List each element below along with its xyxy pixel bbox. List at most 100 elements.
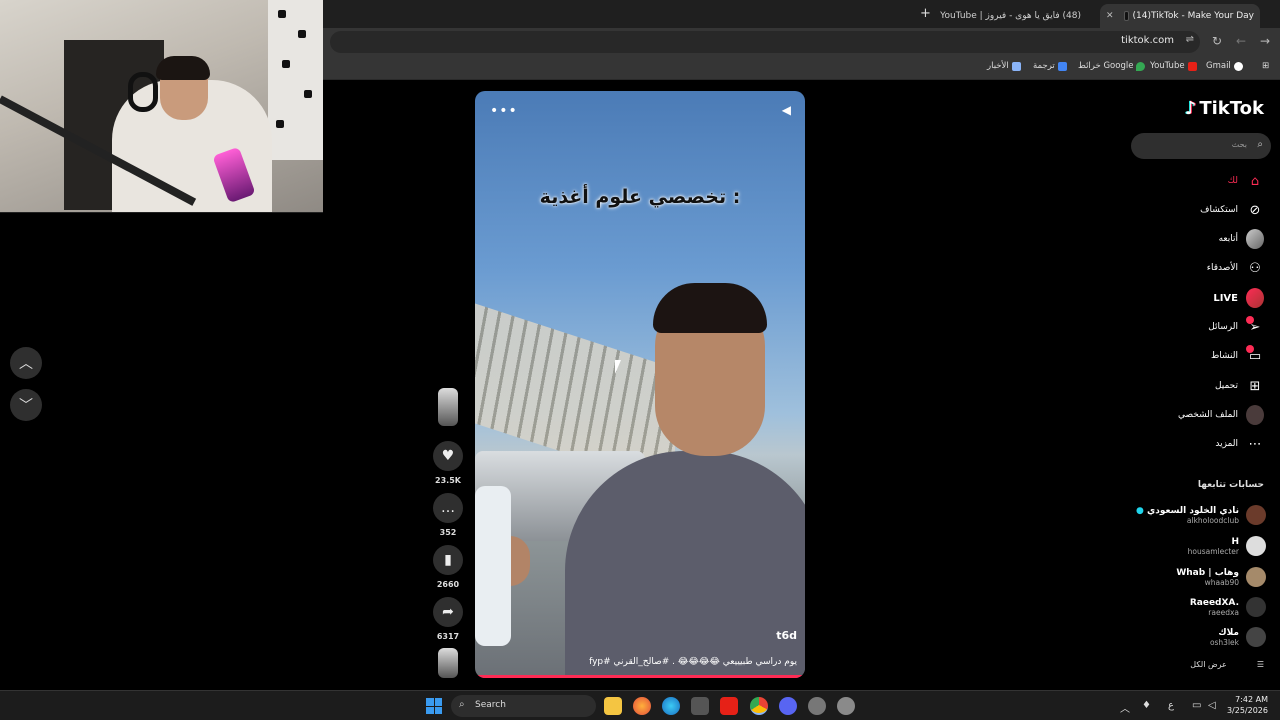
- notification-badge: [1246, 316, 1254, 324]
- avatar: [438, 388, 458, 426]
- apps-icon[interactable]: ⊞: [1262, 61, 1269, 71]
- volume-icon[interactable]: ◁: [1208, 700, 1216, 711]
- sidebar-item-messages[interactable]: ➢ الرسائل: [1208, 316, 1264, 338]
- new-tab-button[interactable]: +: [920, 6, 931, 21]
- system-clock[interactable]: 7:42 AM 3/25/2026: [1227, 694, 1268, 716]
- next-video-button[interactable]: ﹀: [10, 389, 42, 421]
- bookmark-news[interactable]: الأخبار: [987, 61, 1021, 71]
- following-accounts-title: حسابات تتابعها: [1197, 480, 1264, 490]
- share-count: 6317: [436, 632, 460, 641]
- heart-icon: ♥: [433, 441, 463, 471]
- volume-icon[interactable]: ◀: [782, 103, 791, 117]
- video-progress-bar[interactable]: [475, 675, 805, 678]
- verified-icon: ●: [1136, 505, 1144, 516]
- more-options-icon[interactable]: •••: [490, 103, 518, 119]
- comment-button[interactable]: … 352: [432, 493, 464, 537]
- avatar: [1246, 536, 1266, 556]
- settings-gear-icon[interactable]: [837, 697, 855, 715]
- video-watermark: t6d: [776, 629, 797, 642]
- live-avatar-icon: [1246, 288, 1264, 308]
- following-account[interactable]: H housamlecter: [1188, 533, 1266, 559]
- avatar: [1246, 505, 1266, 525]
- tiktok-note-icon: ♪: [1184, 98, 1197, 119]
- comment-count: 352: [439, 528, 457, 537]
- comment-icon: …: [433, 493, 463, 523]
- bookmark-google-maps[interactable]: خرائط Google: [1078, 61, 1146, 71]
- url-text: tiktok.com: [1121, 35, 1174, 46]
- save-button[interactable]: ▮ 2660: [432, 545, 464, 589]
- tiktok-logo[interactable]: ♪ TikTok: [1185, 98, 1264, 119]
- send-icon: ➢: [1246, 316, 1264, 336]
- tab-title: (48) فايق يا هوى - فيروز | YouTube: [940, 11, 1081, 21]
- show-all-button[interactable]: ☰ عرض الكل: [1190, 660, 1264, 669]
- sidebar-item-live[interactable]: LIVE: [1213, 287, 1264, 309]
- sidebar-item-activity[interactable]: ▭ النشاط: [1211, 345, 1264, 367]
- network-icon[interactable]: ▭: [1192, 700, 1201, 711]
- microphone-tray-icon[interactable]: ♦: [1142, 700, 1151, 711]
- webcam-wall-posters: [268, 0, 323, 160]
- firefox-icon[interactable]: [633, 697, 651, 715]
- mouse-cursor-icon: [615, 360, 621, 374]
- close-icon[interactable]: ✕: [1106, 11, 1114, 21]
- creator-avatar[interactable]: [432, 388, 464, 426]
- store-icon[interactable]: [691, 697, 709, 715]
- discord-icon[interactable]: [779, 697, 797, 715]
- upload-icon: ⊞: [1249, 378, 1261, 394]
- headphones-icon: [128, 72, 158, 112]
- language-icon[interactable]: ع: [1168, 700, 1174, 711]
- following-account[interactable]: Whab | وهاب whaab90: [1176, 564, 1266, 590]
- site-settings-icon[interactable]: ⇌: [1186, 34, 1194, 45]
- chevron-down-icon: ﹀: [19, 398, 33, 414]
- list-icon: ☰: [1256, 660, 1264, 669]
- bookmark-youtube[interactable]: YouTube: [1150, 61, 1197, 71]
- tab-tiktok[interactable]: ✕ (14)TikTok - Make Your Day: [1100, 4, 1260, 28]
- save-count: 2660: [436, 580, 460, 589]
- start-button[interactable]: [426, 698, 442, 714]
- profile-avatar-icon: [1246, 405, 1264, 425]
- tab-title: (14)TikTok - Make Your Day: [1132, 11, 1254, 21]
- like-count: 23.5K: [435, 476, 461, 485]
- following-account[interactable]: ● نادي الخلود السعودي alkholoodclub: [1136, 502, 1266, 528]
- sidebar-item-explore[interactable]: ⊘ استكشاف: [1200, 199, 1264, 221]
- video-description: يوم دراسي طبيييعي 😂😂😂😂 . #صالح_القرني #f…: [589, 657, 797, 667]
- taskbar-search-input[interactable]: ⌕ Search: [451, 695, 596, 717]
- share-button[interactable]: ➦ 6317: [432, 597, 464, 641]
- sidebar-item-friends[interactable]: ⚇ الأصدقاء: [1207, 257, 1264, 279]
- chevron-up-icon: ︿: [19, 356, 33, 372]
- sidebar-item-profile[interactable]: الملف الشخصي: [1178, 404, 1264, 426]
- sidebar-item-following[interactable]: أتابعه: [1219, 228, 1264, 250]
- youtube-icon[interactable]: [720, 697, 738, 715]
- search-placeholder: بحث: [1231, 140, 1247, 149]
- share-icon: ➦: [433, 597, 463, 627]
- video-player[interactable]: ••• ◀ تخصصي علوم أغذية : t6d يوم دراسي ط…: [475, 91, 805, 678]
- bookmark-translate[interactable]: ترجمة: [1033, 61, 1067, 71]
- sidebar-item-more[interactable]: ⋯ المزيد: [1215, 433, 1264, 455]
- avatar: [1246, 627, 1266, 647]
- sidebar-item-upload[interactable]: ⊞ تحميل: [1215, 375, 1264, 397]
- search-icon[interactable]: ⌕: [1257, 139, 1263, 150]
- bookmark-gmail[interactable]: Gmail: [1206, 61, 1243, 71]
- address-bar[interactable]: tiktok.com ⇌: [330, 31, 1200, 53]
- edge-icon[interactable]: [662, 697, 680, 715]
- chrome-icon[interactable]: [750, 697, 768, 715]
- forward-icon[interactable]: →: [1260, 34, 1270, 48]
- home-icon: ⌂: [1250, 173, 1260, 189]
- following-account[interactable]: ملاك osh3lek: [1210, 624, 1266, 650]
- sound-disc[interactable]: [432, 648, 464, 678]
- sidebar-item-for-you[interactable]: ⌂ لك: [1228, 170, 1264, 192]
- more-icon: ⋯: [1248, 436, 1262, 452]
- app-icon[interactable]: [808, 697, 826, 715]
- following-account[interactable]: RaeedXA. raeedxa: [1190, 594, 1266, 620]
- search-input[interactable]: بحث ⌕: [1131, 133, 1271, 159]
- like-button[interactable]: ♥ 23.5K: [432, 441, 464, 485]
- tray-chevron-icon[interactable]: ︿: [1120, 700, 1130, 715]
- music-disc-icon: [438, 648, 458, 678]
- windows-taskbar: ⌕ Search ︿ ♦ ع ▭ ◁ 7:42 AM 3/25/2026: [0, 690, 1280, 720]
- file-explorer-icon[interactable]: [604, 697, 622, 715]
- previous-video-button[interactable]: ︿: [10, 347, 42, 379]
- tab-youtube[interactable]: (48) فايق يا هوى - فيروز | YouTube ✕: [940, 4, 1095, 28]
- bookmark-icon: ▮: [433, 545, 463, 575]
- back-icon[interactable]: ←: [1236, 34, 1246, 48]
- reload-icon[interactable]: ↻: [1212, 34, 1222, 48]
- activity-icon: ▭: [1246, 345, 1264, 365]
